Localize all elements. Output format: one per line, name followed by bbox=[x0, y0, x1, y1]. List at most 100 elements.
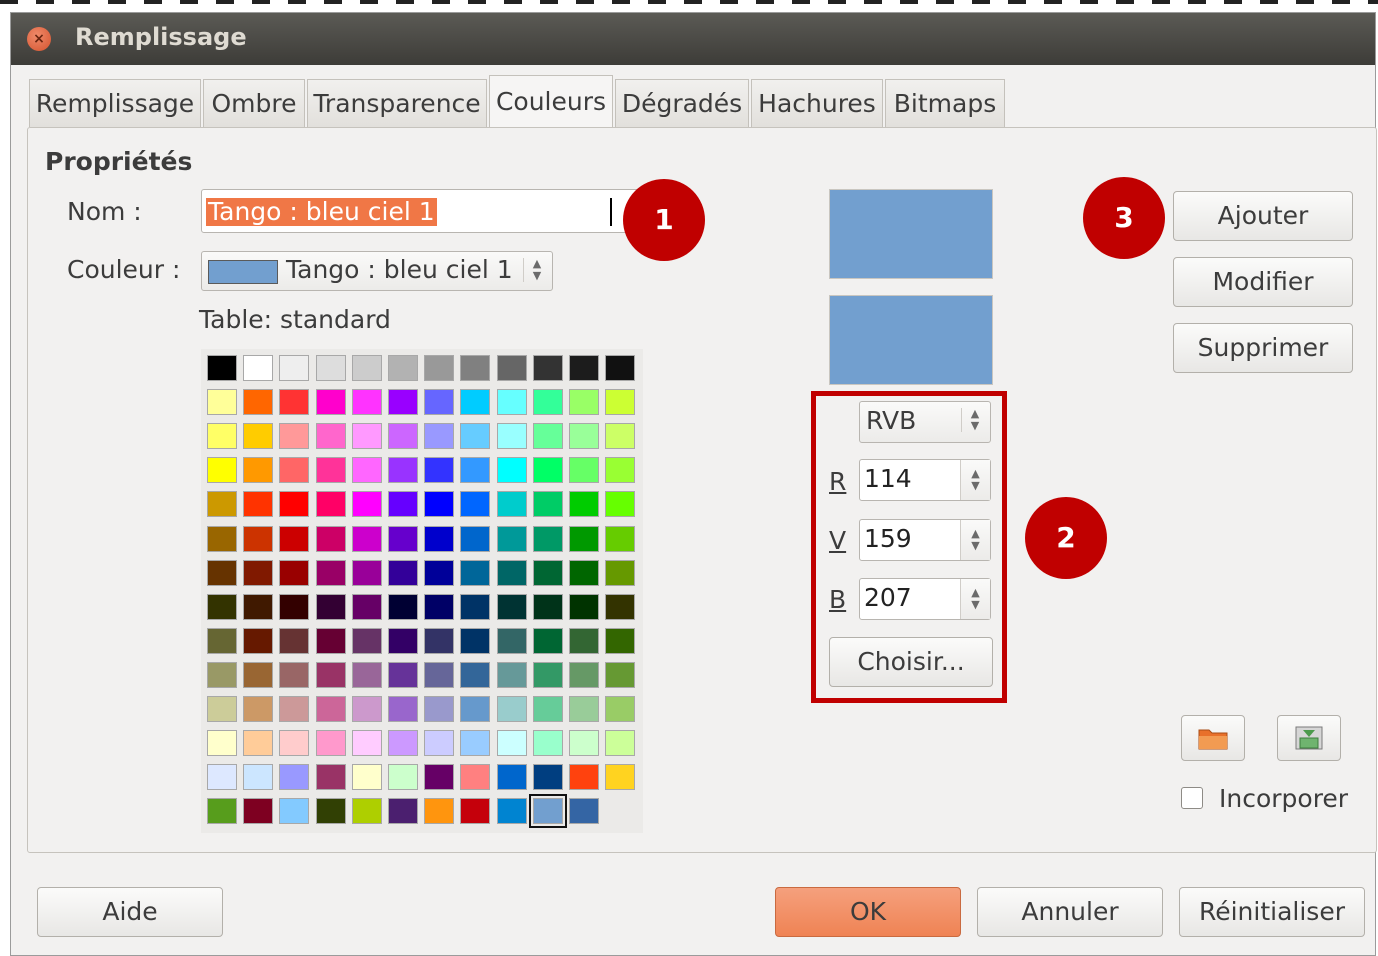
palette-swatch[interactable] bbox=[605, 355, 636, 381]
palette-swatch[interactable] bbox=[388, 593, 418, 620]
palette-swatch[interactable] bbox=[207, 525, 237, 552]
palette-swatch[interactable] bbox=[496, 423, 527, 450]
color-model-select[interactable]: RVB ▲ ▼ bbox=[859, 401, 991, 443]
palette-swatch[interactable] bbox=[605, 764, 636, 791]
palette-swatch[interactable] bbox=[424, 627, 455, 654]
palette-swatch[interactable] bbox=[243, 696, 274, 722]
palette-swatch[interactable] bbox=[207, 389, 237, 416]
palette-swatch[interactable] bbox=[388, 730, 418, 757]
palette-swatch[interactable] bbox=[388, 389, 418, 416]
palette-swatch[interactable] bbox=[351, 627, 382, 654]
palette-swatch[interactable] bbox=[243, 525, 274, 552]
palette-swatch[interactable] bbox=[243, 559, 274, 586]
palette-swatch[interactable] bbox=[351, 525, 382, 552]
palette-swatch[interactable] bbox=[460, 798, 491, 825]
palette-swatch[interactable] bbox=[605, 696, 636, 722]
tab-couleurs[interactable]: Couleurs bbox=[489, 75, 613, 127]
save-palette-button[interactable] bbox=[1277, 715, 1341, 761]
palette-swatch[interactable] bbox=[207, 661, 237, 688]
palette-swatch[interactable] bbox=[279, 730, 310, 757]
palette-swatch[interactable] bbox=[605, 559, 636, 586]
palette-swatch[interactable] bbox=[315, 423, 346, 450]
palette-swatch[interactable] bbox=[532, 593, 563, 620]
tab-transparence[interactable]: Transparence bbox=[307, 79, 487, 127]
palette-swatch[interactable] bbox=[532, 525, 563, 552]
palette-swatch[interactable] bbox=[279, 798, 310, 825]
palette-swatch[interactable] bbox=[315, 491, 346, 518]
palette-swatch[interactable] bbox=[279, 355, 310, 381]
palette-swatch[interactable] bbox=[388, 423, 418, 450]
palette-swatch[interactable] bbox=[243, 798, 274, 825]
palette-swatch[interactable] bbox=[569, 491, 599, 518]
open-palette-button[interactable] bbox=[1181, 715, 1245, 761]
palette-swatch[interactable] bbox=[496, 355, 527, 381]
add-button[interactable]: Ajouter bbox=[1173, 191, 1353, 241]
palette-swatch[interactable] bbox=[460, 627, 491, 654]
palette-swatch[interactable] bbox=[424, 423, 455, 450]
spin-arrows-icon[interactable]: ▲ ▼ bbox=[960, 579, 990, 619]
tab-bitmaps[interactable]: Bitmaps bbox=[885, 79, 1005, 127]
tab-remplissage[interactable]: Remplissage bbox=[29, 79, 201, 127]
palette-swatch[interactable] bbox=[207, 593, 237, 620]
palette-swatch[interactable] bbox=[569, 696, 599, 722]
palette-swatch[interactable] bbox=[532, 355, 563, 381]
palette-swatch[interactable] bbox=[605, 491, 636, 518]
palette-swatch[interactable] bbox=[388, 491, 418, 518]
palette-swatch[interactable] bbox=[605, 730, 636, 757]
palette-swatch[interactable] bbox=[460, 764, 491, 791]
palette-swatch[interactable] bbox=[424, 457, 455, 484]
palette-swatch[interactable] bbox=[279, 764, 310, 791]
palette-swatch[interactable] bbox=[315, 389, 346, 416]
palette-swatch[interactable] bbox=[243, 423, 274, 450]
palette-swatch[interactable] bbox=[496, 627, 527, 654]
palette-swatch[interactable] bbox=[315, 798, 346, 825]
palette-swatch[interactable] bbox=[532, 491, 563, 518]
palette-swatch[interactable] bbox=[207, 491, 237, 518]
palette-swatch[interactable] bbox=[388, 627, 418, 654]
palette-swatch[interactable] bbox=[496, 730, 527, 757]
palette-swatch[interactable] bbox=[528, 794, 567, 829]
palette-swatch[interactable] bbox=[351, 696, 382, 722]
palette-swatch[interactable] bbox=[496, 491, 527, 518]
palette-swatch[interactable] bbox=[532, 457, 563, 484]
spin-arrows-icon[interactable]: ▲ ▼ bbox=[960, 460, 990, 500]
palette-swatch[interactable] bbox=[279, 423, 310, 450]
palette-swatch[interactable] bbox=[351, 798, 382, 825]
palette-swatch[interactable] bbox=[424, 798, 455, 825]
palette-swatch[interactable] bbox=[424, 696, 455, 722]
palette-swatch[interactable] bbox=[460, 559, 491, 586]
palette-swatch[interactable] bbox=[424, 730, 455, 757]
palette-swatch[interactable] bbox=[351, 423, 382, 450]
spin-arrows-icon[interactable]: ▲ ▼ bbox=[960, 520, 990, 560]
palette-swatch[interactable] bbox=[351, 457, 382, 484]
palette-swatch[interactable] bbox=[207, 764, 237, 791]
palette-swatch[interactable] bbox=[351, 389, 382, 416]
palette-swatch[interactable] bbox=[605, 627, 636, 654]
palette-swatch[interactable] bbox=[315, 661, 346, 688]
palette-swatch[interactable] bbox=[460, 423, 491, 450]
palette-swatch[interactable] bbox=[351, 593, 382, 620]
close-icon[interactable]: × bbox=[27, 27, 51, 51]
palette-swatch[interactable] bbox=[279, 661, 310, 688]
palette-swatch[interactable] bbox=[315, 593, 346, 620]
palette-swatch[interactable] bbox=[460, 696, 491, 722]
palette-swatch[interactable] bbox=[605, 457, 636, 484]
b-spinbox[interactable]: 207 ▲ ▼ bbox=[859, 578, 991, 620]
palette-swatch[interactable] bbox=[424, 389, 455, 416]
palette-swatch[interactable] bbox=[279, 525, 310, 552]
choose-color-button[interactable]: Choisir... bbox=[829, 637, 993, 687]
palette-swatch[interactable] bbox=[315, 730, 346, 757]
palette-swatch[interactable] bbox=[532, 764, 563, 791]
v-spinbox[interactable]: 159 ▲ ▼ bbox=[859, 519, 991, 561]
palette-swatch[interactable] bbox=[315, 525, 346, 552]
tab-degrades[interactable]: Dégradés bbox=[615, 79, 749, 127]
help-button[interactable]: Aide bbox=[37, 887, 223, 937]
palette-swatch[interactable] bbox=[605, 423, 636, 450]
tab-hachures[interactable]: Hachures bbox=[751, 79, 883, 127]
palette-swatch[interactable] bbox=[424, 764, 455, 791]
ok-button[interactable]: OK bbox=[775, 887, 961, 937]
palette-swatch[interactable] bbox=[388, 457, 418, 484]
palette-swatch[interactable] bbox=[460, 730, 491, 757]
palette-swatch[interactable] bbox=[532, 730, 563, 757]
palette-swatch[interactable] bbox=[569, 355, 599, 381]
